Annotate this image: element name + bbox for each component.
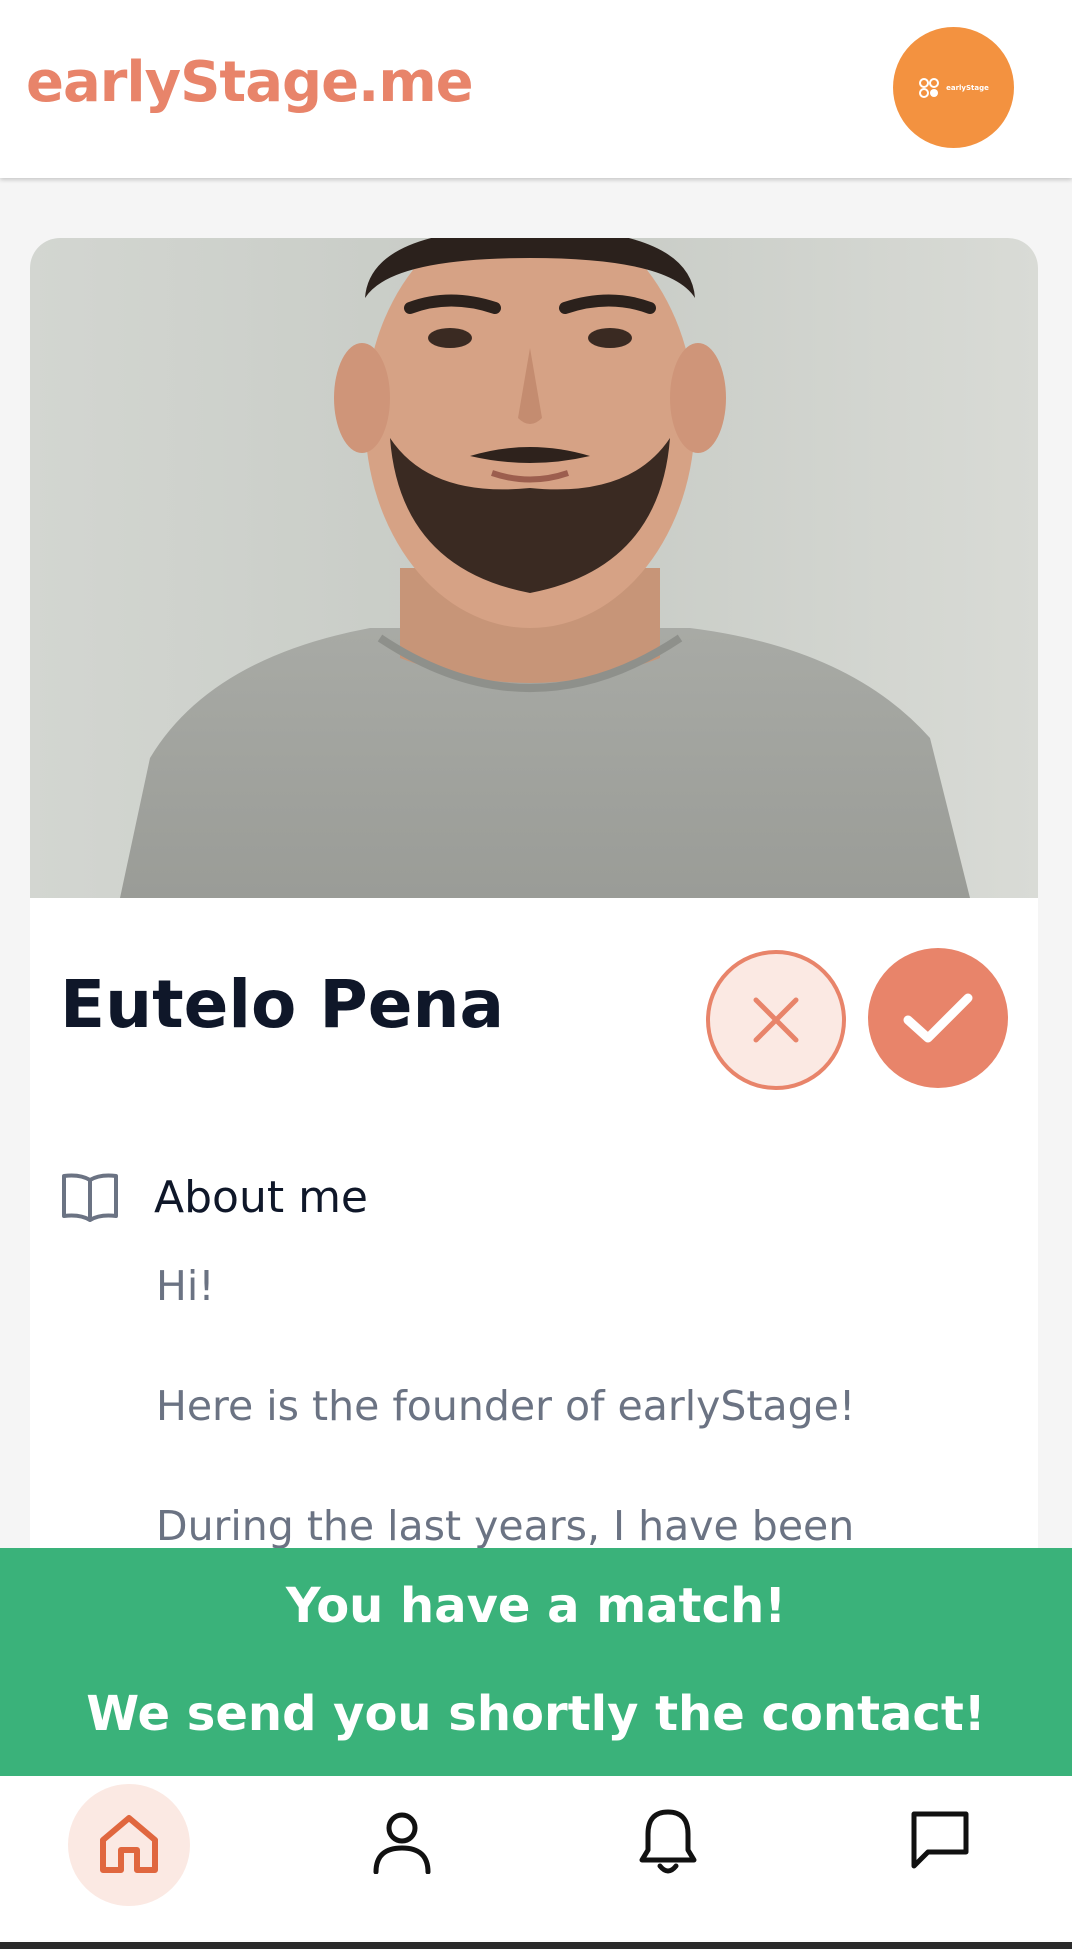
profile-name: Eutelo Pena (60, 966, 504, 1043)
avatar[interactable]: earlyStage (893, 27, 1014, 148)
system-bar (0, 1942, 1072, 1949)
book-icon (62, 1173, 118, 1222)
nav-home[interactable] (68, 1776, 190, 1942)
bottom-nav (0, 1776, 1072, 1942)
profile-photo (30, 238, 1038, 898)
avatar-label: earlyStage (946, 83, 989, 92)
reject-button[interactable] (706, 950, 846, 1090)
close-icon (753, 997, 799, 1043)
bell-icon (639, 1809, 697, 1874)
match-title: You have a match! (285, 1578, 787, 1634)
match-banner: You have a match! We send you shortly th… (0, 1548, 1072, 1776)
nav-messages[interactable] (900, 1776, 1020, 1942)
app-logo[interactable]: earlyStage.me (26, 50, 474, 115)
check-icon (903, 993, 973, 1043)
chat-icon (911, 1811, 969, 1869)
brand-mark-icon (919, 77, 940, 98)
about-paragraph: During the last years, I have been (156, 1502, 855, 1550)
about-title: About me (154, 1172, 369, 1223)
about-paragraph: Here is the founder of earlyStage! (156, 1382, 856, 1430)
user-icon (373, 1812, 431, 1874)
nav-notifications[interactable] (630, 1776, 750, 1942)
app-header: earlyStage.me earlyStage (0, 0, 1072, 178)
nav-profile[interactable] (360, 1776, 480, 1942)
home-icon (100, 1815, 158, 1873)
match-subtitle: We send you shortly the contact! (86, 1686, 986, 1742)
accept-button[interactable] (868, 948, 1008, 1088)
about-paragraph: Hi! (156, 1262, 215, 1310)
